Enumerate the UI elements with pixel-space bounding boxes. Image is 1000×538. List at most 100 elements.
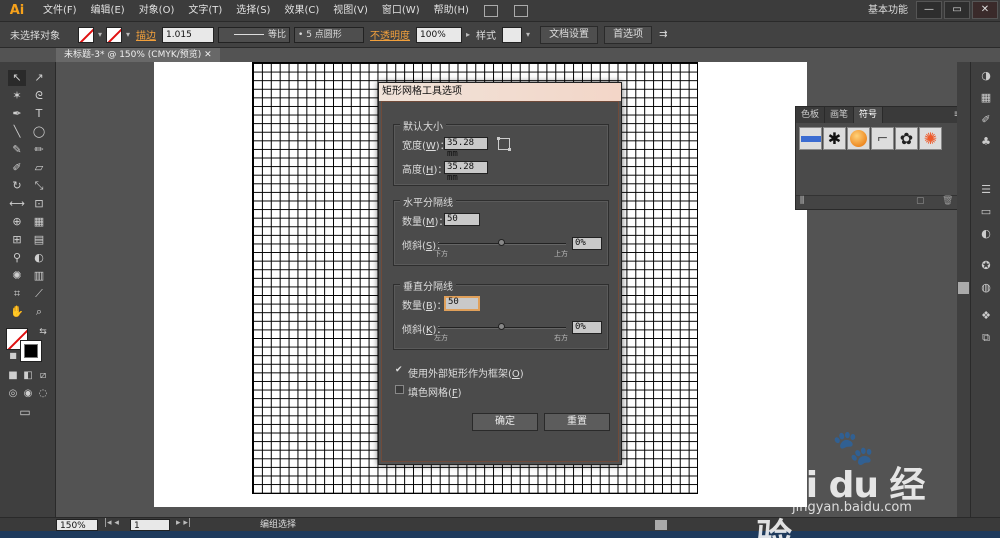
blob-brush-tool-icon[interactable]: ✐ xyxy=(8,160,26,176)
horizontal-skew-field[interactable]: 0% xyxy=(572,237,602,250)
appearance-panel-icon[interactable]: ✪ xyxy=(978,258,994,274)
horizontal-skew-knob[interactable] xyxy=(498,239,505,246)
symbol-orange-orb[interactable] xyxy=(847,127,870,150)
vertical-scroll-thumb[interactable] xyxy=(958,282,969,294)
horizontal-count-field[interactable]: 50 xyxy=(444,213,480,226)
magic-wand-tool-icon[interactable]: ✶ xyxy=(8,88,26,104)
swatches-panel-icon[interactable]: ▦ xyxy=(978,90,994,106)
graphic-styles-panel-icon[interactable]: ◍ xyxy=(978,280,994,296)
swap-colors-icon[interactable]: ⇆ xyxy=(34,324,52,340)
workspace-switcher[interactable]: 基本功能 xyxy=(868,0,908,22)
menu-object[interactable]: 对象(O) xyxy=(132,0,182,22)
vertical-scrollbar[interactable] xyxy=(957,62,970,517)
lasso-tool-icon[interactable]: ᘓ xyxy=(30,88,48,104)
bridge-icon[interactable] xyxy=(483,4,498,17)
gradient-panel-icon[interactable]: ▭ xyxy=(978,204,994,220)
zoom-field[interactable]: 150% xyxy=(56,519,98,531)
stroke-profile-select[interactable]: 等比 xyxy=(218,26,291,43)
chevron-down-icon[interactable]: ▾ xyxy=(526,30,530,39)
draw-inside-icon[interactable]: ◌ xyxy=(34,386,52,402)
stroke-color-swatch[interactable] xyxy=(20,340,42,362)
stroke-width-field[interactable]: 1.015 xyxy=(162,26,215,43)
direct-selection-tool-icon[interactable]: ↗ xyxy=(30,70,48,86)
ok-button[interactable]: 确定 xyxy=(472,413,538,431)
preferences-button[interactable]: 首选项 xyxy=(604,25,653,44)
shape-builder-tool-icon[interactable]: ⊕ xyxy=(8,214,26,230)
tab-brushes[interactable]: 画笔 xyxy=(825,107,855,123)
scale-tool-icon[interactable]: ⤡ xyxy=(30,178,48,194)
blend-tool-icon[interactable]: ◐ xyxy=(30,250,48,266)
panel-menu-icon[interactable]: ⇉ xyxy=(659,29,667,40)
horizontal-scroll-thumb[interactable] xyxy=(655,520,667,530)
menu-effect[interactable]: 效果(C) xyxy=(277,0,326,22)
menu-window[interactable]: 窗口(W) xyxy=(375,0,427,22)
layers-panel-icon[interactable]: ❖ xyxy=(978,308,994,324)
artboards-panel-icon[interactable]: ⧉ xyxy=(978,330,994,346)
default-colors-icon[interactable]: ■ xyxy=(4,348,22,364)
symbol-library-icon[interactable]: ⫼ xyxy=(800,196,804,206)
transparency-panel-icon[interactable]: ◐ xyxy=(978,226,994,242)
close-button[interactable]: ✕ xyxy=(972,1,998,19)
symbol-bracket[interactable]: ⌐ xyxy=(871,127,894,150)
symbol-flower[interactable]: ✺ xyxy=(919,127,942,150)
opacity-label[interactable]: 不透明度 xyxy=(370,27,410,42)
document-tab[interactable]: 未标题-3* @ 150% (CMYK/预览) ✕ xyxy=(56,48,220,62)
menu-edit[interactable]: 编辑(E) xyxy=(84,0,132,22)
width-field[interactable]: 35.28 mm xyxy=(444,137,488,159)
restore-button[interactable]: ▭ xyxy=(944,1,970,19)
vertical-skew-knob[interactable] xyxy=(498,323,505,330)
dialog-title[interactable]: 矩形网格工具选项 xyxy=(379,83,621,101)
type-tool-icon[interactable]: T xyxy=(30,106,48,122)
reset-button[interactable]: 重置 xyxy=(544,413,610,431)
hand-tool-icon[interactable]: ✋ xyxy=(8,304,26,320)
tab-swatches[interactable]: 色板 xyxy=(796,107,826,123)
menu-file[interactable]: 文件(F) xyxy=(36,0,84,22)
tab-symbols[interactable]: 符号 xyxy=(854,107,884,123)
stroke-label[interactable]: 描边 xyxy=(136,27,156,42)
artboard-tool-icon[interactable]: ⌗ xyxy=(8,286,26,302)
minimize-button[interactable]: — xyxy=(916,1,942,19)
menu-help[interactable]: 帮助(H) xyxy=(427,0,476,22)
height-field[interactable]: 35.28 mm xyxy=(444,161,488,183)
style-swatch[interactable] xyxy=(502,26,523,43)
ellipse-tool-icon[interactable]: ◯ xyxy=(30,124,48,140)
use-outer-rect-checkbox[interactable]: ✔ xyxy=(395,366,404,375)
fill-grid-checkbox[interactable] xyxy=(395,385,404,394)
opacity-field[interactable]: 100% xyxy=(416,26,463,43)
use-outer-rect-label[interactable]: 使用外部矩形作为框架(O) xyxy=(408,365,524,380)
artboard-navigation-field[interactable]: 1 xyxy=(130,519,170,531)
perspective-grid-tool-icon[interactable]: ▦ xyxy=(30,214,48,230)
zoom-tool-icon[interactable]: ⌕ xyxy=(30,304,48,320)
selection-tool-icon[interactable]: ↖ xyxy=(8,70,26,86)
eraser-tool-icon[interactable]: ▱ xyxy=(30,160,48,176)
chevron-down-icon[interactable]: ▸ xyxy=(466,30,470,39)
column-graph-tool-icon[interactable]: ▥ xyxy=(30,268,48,284)
stroke-panel-icon[interactable]: ☰ xyxy=(978,182,994,198)
symbol-ring[interactable]: ✿ xyxy=(895,127,918,150)
symbol-splatter[interactable]: ✱ xyxy=(823,127,846,150)
chevron-down-icon[interactable]: ▾ xyxy=(126,30,130,39)
free-transform-tool-icon[interactable]: ⊡ xyxy=(30,196,48,212)
pencil-tool-icon[interactable]: ✏ xyxy=(30,142,48,158)
gradient-tool-icon[interactable]: ▤ xyxy=(30,232,48,248)
width-tool-icon[interactable]: ⟷ xyxy=(8,196,26,212)
screen-mode-icon[interactable]: ▭ xyxy=(16,404,34,420)
mesh-tool-icon[interactable]: ⊞ xyxy=(8,232,26,248)
paintbrush-tool-icon[interactable]: ✎ xyxy=(8,142,26,158)
brushes-panel-icon[interactable]: ✐ xyxy=(978,112,994,128)
first-page-icon[interactable]: |◂ ◂ xyxy=(104,518,119,528)
rotate-tool-icon[interactable]: ↻ xyxy=(8,178,26,194)
brush-select[interactable]: • 5 点圆形 xyxy=(294,26,365,43)
fill-swatch[interactable] xyxy=(78,26,94,43)
document-setup-button[interactable]: 文档设置 xyxy=(540,25,599,44)
reference-point-icon[interactable] xyxy=(497,137,511,151)
vertical-count-field[interactable]: 50 xyxy=(444,296,480,311)
chevron-down-icon[interactable]: ▾ xyxy=(98,30,102,39)
menu-select[interactable]: 选择(S) xyxy=(229,0,277,22)
slice-tool-icon[interactable]: ⟋ xyxy=(30,286,48,302)
symbol-blue-bar[interactable] xyxy=(799,127,822,150)
line-tool-icon[interactable]: ╲ xyxy=(8,124,26,140)
arrange-documents-icon[interactable] xyxy=(513,4,528,17)
eyedropper-tool-icon[interactable]: ⚲ xyxy=(8,250,26,266)
color-panel-icon[interactable]: ◑ xyxy=(978,68,994,84)
